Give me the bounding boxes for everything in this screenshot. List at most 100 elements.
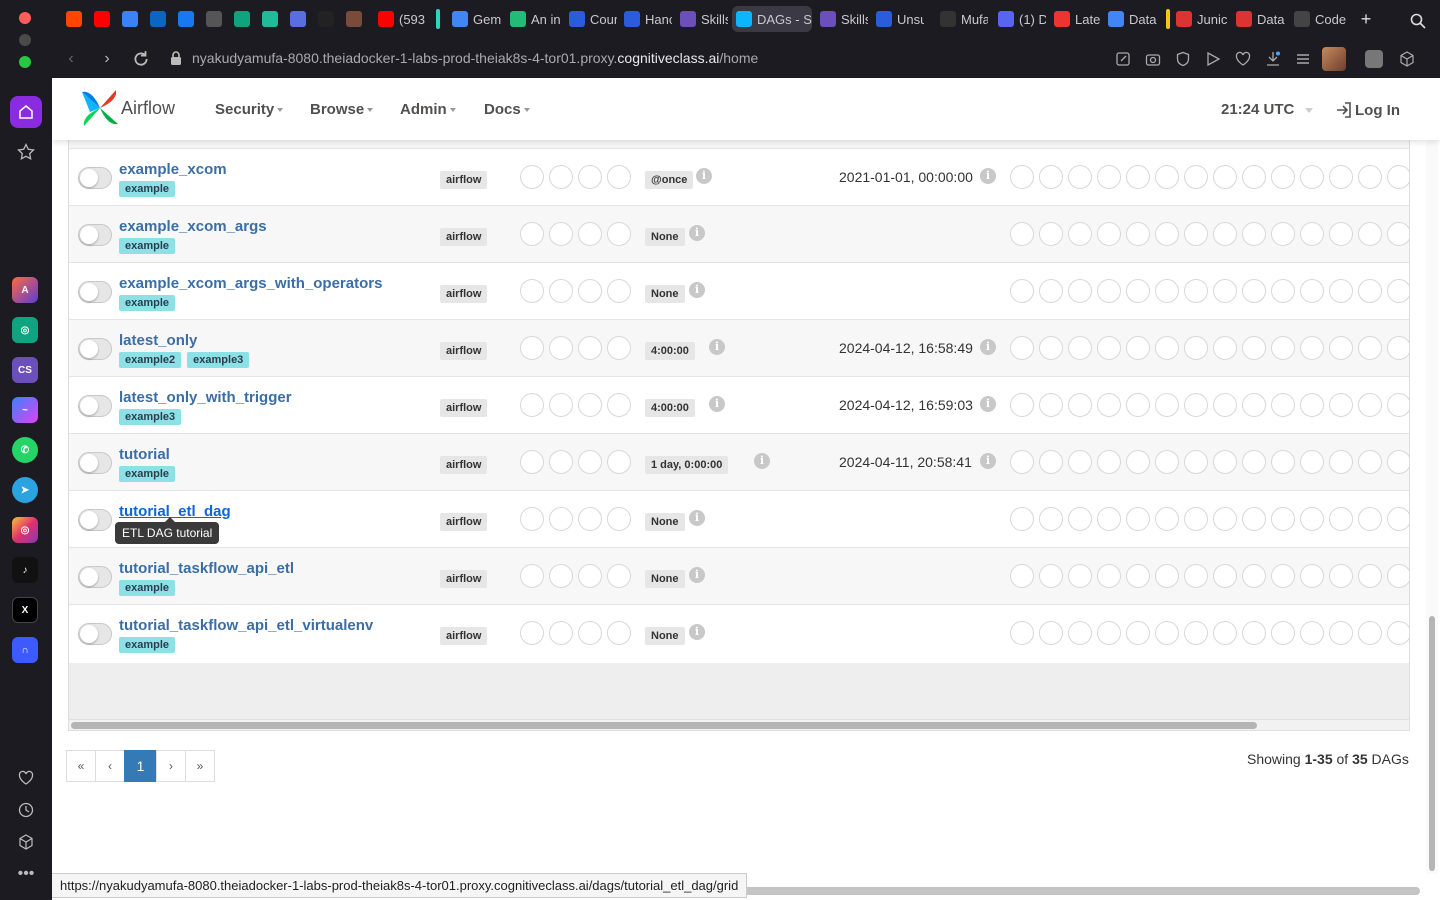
- task-status-circle[interactable]: [1329, 165, 1353, 189]
- dag-tag[interactable]: example: [119, 580, 176, 596]
- dag-pause-toggle[interactable]: [78, 509, 112, 531]
- scrollbar-thumb[interactable]: [1429, 616, 1435, 871]
- info-icon[interactable]: i: [689, 282, 705, 298]
- last-page-button[interactable]: »: [185, 750, 215, 782]
- task-status-circle[interactable]: [1358, 393, 1382, 417]
- run-status-circle[interactable]: [520, 450, 544, 474]
- dag-name-link[interactable]: latest_only: [119, 332, 197, 349]
- run-status-circle[interactable]: [607, 336, 631, 360]
- task-status-circle[interactable]: [1097, 393, 1121, 417]
- run-status-circle[interactable]: [607, 165, 631, 189]
- task-status-circle[interactable]: [1068, 621, 1092, 645]
- new-tab-button[interactable]: +: [1356, 9, 1376, 29]
- dag-pause-toggle[interactable]: [78, 566, 112, 588]
- task-status-circle[interactable]: [1358, 621, 1382, 645]
- browser-tab[interactable]: Data: [1104, 6, 1160, 32]
- cs-app-icon[interactable]: CS: [12, 357, 38, 383]
- dag-owner-badge[interactable]: airflow: [440, 399, 488, 417]
- dag-tag[interactable]: example2: [119, 352, 182, 368]
- task-status-circle[interactable]: [1213, 393, 1237, 417]
- task-status-circle[interactable]: [1068, 336, 1092, 360]
- info-icon[interactable]: i: [696, 168, 712, 184]
- task-status-circle[interactable]: [1068, 564, 1092, 588]
- task-status-circle[interactable]: [1010, 621, 1034, 645]
- task-status-circle[interactable]: [1358, 222, 1382, 246]
- browser-tab[interactable]: Code: [1290, 6, 1346, 32]
- info-icon[interactable]: i: [689, 624, 705, 640]
- task-status-circle[interactable]: [1039, 564, 1063, 588]
- run-status-circle[interactable]: [549, 222, 573, 246]
- task-status-circle[interactable]: [1300, 336, 1324, 360]
- task-status-circle[interactable]: [1329, 393, 1353, 417]
- dag-tag[interactable]: example: [119, 238, 176, 254]
- task-status-circle[interactable]: [1184, 165, 1208, 189]
- info-icon[interactable]: i: [689, 567, 705, 583]
- run-status-circle[interactable]: [578, 450, 602, 474]
- task-status-circle[interactable]: [1300, 450, 1324, 474]
- task-status-circle[interactable]: [1213, 450, 1237, 474]
- task-status-circle[interactable]: [1068, 393, 1092, 417]
- task-status-circle[interactable]: [1242, 564, 1266, 588]
- instagram-app-icon[interactable]: ◎: [12, 517, 38, 543]
- current-page-button[interactable]: 1: [124, 750, 157, 782]
- task-status-circle[interactable]: [1097, 279, 1121, 303]
- task-status-circle[interactable]: [1358, 450, 1382, 474]
- run-status-circle[interactable]: [578, 336, 602, 360]
- task-status-circle[interactable]: [1126, 336, 1150, 360]
- task-status-circle[interactable]: [1271, 450, 1295, 474]
- task-status-circle[interactable]: [1184, 393, 1208, 417]
- task-status-circle[interactable]: [1184, 336, 1208, 360]
- task-status-circle[interactable]: [1271, 279, 1295, 303]
- run-status-circle[interactable]: [607, 564, 631, 588]
- task-status-circle[interactable]: [1387, 564, 1409, 588]
- run-status-circle[interactable]: [578, 165, 602, 189]
- dag-pause-toggle[interactable]: [78, 281, 112, 303]
- camera-icon[interactable]: [1145, 51, 1161, 67]
- task-status-circle[interactable]: [1126, 393, 1150, 417]
- task-status-circle[interactable]: [1329, 222, 1353, 246]
- task-status-circle[interactable]: [1300, 222, 1324, 246]
- extensions-cube-icon[interactable]: [1399, 51, 1415, 67]
- task-status-circle[interactable]: [1271, 393, 1295, 417]
- browser-tab[interactable]: [202, 6, 224, 32]
- task-status-circle[interactable]: [1039, 336, 1063, 360]
- reload-icon[interactable]: [132, 50, 150, 68]
- minimize-window-icon[interactable]: [19, 34, 31, 46]
- task-status-circle[interactable]: [1300, 393, 1324, 417]
- scrollbar-thumb[interactable]: [71, 722, 1257, 729]
- task-status-circle[interactable]: [1126, 165, 1150, 189]
- menu-icon[interactable]: [1295, 51, 1311, 67]
- task-status-circle[interactable]: [1184, 450, 1208, 474]
- task-status-circle[interactable]: [1126, 279, 1150, 303]
- task-status-circle[interactable]: [1155, 165, 1179, 189]
- run-status-circle[interactable]: [549, 507, 573, 531]
- task-status-circle[interactable]: [1300, 507, 1324, 531]
- task-status-circle[interactable]: [1329, 450, 1353, 474]
- task-status-circle[interactable]: [1329, 279, 1353, 303]
- run-status-circle[interactable]: [520, 336, 544, 360]
- login-button[interactable]: Log In: [1335, 101, 1400, 119]
- task-status-circle[interactable]: [1155, 279, 1179, 303]
- browser-tab[interactable]: Mufa: [936, 6, 988, 32]
- task-status-circle[interactable]: [1329, 621, 1353, 645]
- run-status-circle[interactable]: [607, 507, 631, 531]
- run-status-circle[interactable]: [578, 222, 602, 246]
- arc-app-icon[interactable]: A: [12, 277, 38, 303]
- dag-owner-badge[interactable]: airflow: [440, 285, 488, 303]
- browser-tab[interactable]: Hanc: [620, 6, 672, 32]
- task-status-circle[interactable]: [1097, 336, 1121, 360]
- run-status-circle[interactable]: [549, 564, 573, 588]
- task-status-circle[interactable]: [1271, 222, 1295, 246]
- horizontal-scrollbar[interactable]: [68, 719, 1410, 731]
- dag-owner-badge[interactable]: airflow: [440, 228, 488, 246]
- run-status-circle[interactable]: [520, 507, 544, 531]
- dag-name-link[interactable]: latest_only_with_trigger: [119, 389, 292, 406]
- task-status-circle[interactable]: [1097, 165, 1121, 189]
- brand-name[interactable]: Airflow: [121, 98, 175, 119]
- task-status-circle[interactable]: [1097, 564, 1121, 588]
- dag-name-link[interactable]: example_xcom_args_with_operators: [119, 275, 382, 292]
- task-status-circle[interactable]: [1155, 336, 1179, 360]
- browser-tab[interactable]: [174, 6, 196, 32]
- task-status-circle[interactable]: [1242, 450, 1266, 474]
- task-status-circle[interactable]: [1387, 279, 1409, 303]
